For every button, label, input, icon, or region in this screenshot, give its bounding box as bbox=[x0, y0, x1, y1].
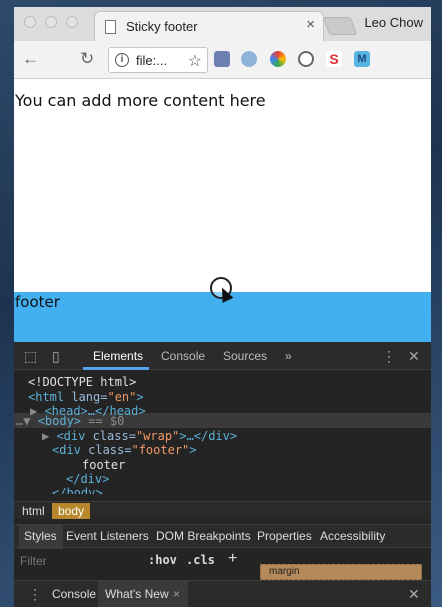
dom-line-wrap[interactable]: ▶ <div class="wrap">…</div> bbox=[42, 429, 237, 444]
expand-triangle-icon: ▶ bbox=[42, 429, 57, 443]
tab-strip: Sticky footer × Leo Chow bbox=[14, 7, 431, 41]
breadcrumb-html[interactable]: html bbox=[16, 503, 51, 519]
tab-elements[interactable]: Elements bbox=[93, 349, 143, 363]
footer-text: footer bbox=[15, 293, 60, 311]
profile-name[interactable]: Leo Chow bbox=[364, 15, 423, 30]
drawer-menu-icon[interactable]: ⋮ bbox=[28, 586, 42, 602]
new-tab-button[interactable] bbox=[322, 17, 358, 35]
dom-line-footer-text[interactable]: footer bbox=[82, 458, 125, 473]
document-icon bbox=[105, 20, 116, 34]
address-bar[interactable]: i file:... ☆ bbox=[108, 47, 208, 73]
tab-styles[interactable]: Styles bbox=[24, 529, 57, 543]
devtools-close-icon[interactable]: ✕ bbox=[408, 348, 420, 364]
tab-console[interactable]: Console bbox=[161, 349, 205, 363]
minimize-window-icon[interactable] bbox=[45, 16, 57, 28]
box-model-margin: margin bbox=[260, 564, 422, 580]
filter-input[interactable]: Filter bbox=[20, 554, 47, 568]
breadcrumb: html body bbox=[14, 501, 431, 519]
tab-title: Sticky footer bbox=[126, 19, 198, 34]
tab-sticky-footer[interactable]: Sticky footer × bbox=[94, 11, 324, 41]
window-controls bbox=[24, 16, 78, 28]
bookmark-star-icon[interactable]: ☆ bbox=[188, 51, 202, 71]
hov-button[interactable]: :hov bbox=[148, 553, 177, 567]
add-rule-icon[interactable]: + bbox=[228, 550, 237, 568]
devtools-tabbar: ⬚ ▯ Elements Console Sources » ⋮ ✕ bbox=[14, 342, 431, 370]
close-window-icon[interactable] bbox=[24, 16, 36, 28]
cls-button[interactable]: .cls bbox=[186, 553, 215, 567]
drawer-tab-whats-new[interactable]: What's New bbox=[105, 587, 169, 601]
ext-icon-2[interactable] bbox=[241, 51, 257, 67]
page-viewport: You can add more content here footer bbox=[14, 79, 431, 342]
tab-properties[interactable]: Properties bbox=[257, 529, 312, 543]
dom-line-html[interactable]: <html lang="en"> bbox=[28, 390, 144, 405]
ext-icon-4[interactable] bbox=[298, 51, 314, 67]
reload-icon[interactable]: ↻ bbox=[80, 49, 94, 69]
dom-line-doctype[interactable]: <!DOCTYPE html> bbox=[28, 375, 136, 390]
ext-icon-3[interactable] bbox=[270, 51, 286, 67]
content-text: You can add more content here bbox=[15, 91, 266, 110]
dom-line-footer[interactable]: <div class="footer"> bbox=[52, 443, 197, 458]
info-icon[interactable]: i bbox=[115, 53, 129, 67]
dom-line-div-close[interactable]: </div> bbox=[66, 472, 109, 487]
dom-line-body[interactable]: …▼ <body> == $0 bbox=[16, 414, 124, 429]
tab-sources[interactable]: Sources bbox=[223, 349, 267, 363]
drawer-tab-console[interactable]: Console bbox=[52, 587, 96, 601]
browser-window: Sticky footer × Leo Chow ← ↻ i file:... … bbox=[14, 7, 431, 607]
drawer-tab-close-icon[interactable]: × bbox=[173, 587, 180, 601]
console-drawer: ⋮ Console What's New × ✕ bbox=[14, 580, 431, 607]
elements-tree: <!DOCTYPE html> <html lang="en"> ▶ <head… bbox=[14, 370, 431, 502]
more-tabs-icon[interactable]: » bbox=[285, 349, 292, 363]
drawer-close-icon[interactable]: ✕ bbox=[408, 586, 420, 602]
ext-icon-1[interactable] bbox=[214, 51, 230, 67]
tab-close-icon[interactable]: × bbox=[306, 17, 315, 32]
styles-tabbar: Styles Event Listeners DOM Breakpoints P… bbox=[14, 524, 431, 549]
tab-event-listeners[interactable]: Event Listeners bbox=[66, 529, 149, 543]
tab-accessibility[interactable]: Accessibility bbox=[320, 529, 385, 543]
tab-dom-breakpoints[interactable]: DOM Breakpoints bbox=[156, 529, 251, 543]
device-toolbar-icon[interactable]: ▯ bbox=[52, 348, 60, 364]
dom-line-body-close[interactable]: </body> bbox=[52, 486, 103, 494]
ext-icon-5[interactable]: S bbox=[326, 51, 342, 67]
back-arrow-icon[interactable]: ← bbox=[22, 49, 39, 69]
devtools-panel: ⬚ ▯ Elements Console Sources » ⋮ ✕ <!DOC… bbox=[14, 342, 431, 607]
ext-icon-6[interactable]: M bbox=[354, 51, 370, 67]
breadcrumb-body[interactable]: body bbox=[52, 503, 91, 519]
margin-label: margin bbox=[269, 566, 300, 577]
devtools-menu-icon[interactable]: ⋮ bbox=[382, 348, 396, 364]
maximize-window-icon[interactable] bbox=[66, 16, 78, 28]
collapse-triangle-icon: ▼ bbox=[23, 414, 38, 428]
inspect-element-icon[interactable]: ⬚ bbox=[24, 348, 37, 364]
browser-toolbar: ← ↻ i file:... ☆ S M bbox=[14, 41, 431, 79]
url-text[interactable]: file:... bbox=[136, 53, 167, 68]
